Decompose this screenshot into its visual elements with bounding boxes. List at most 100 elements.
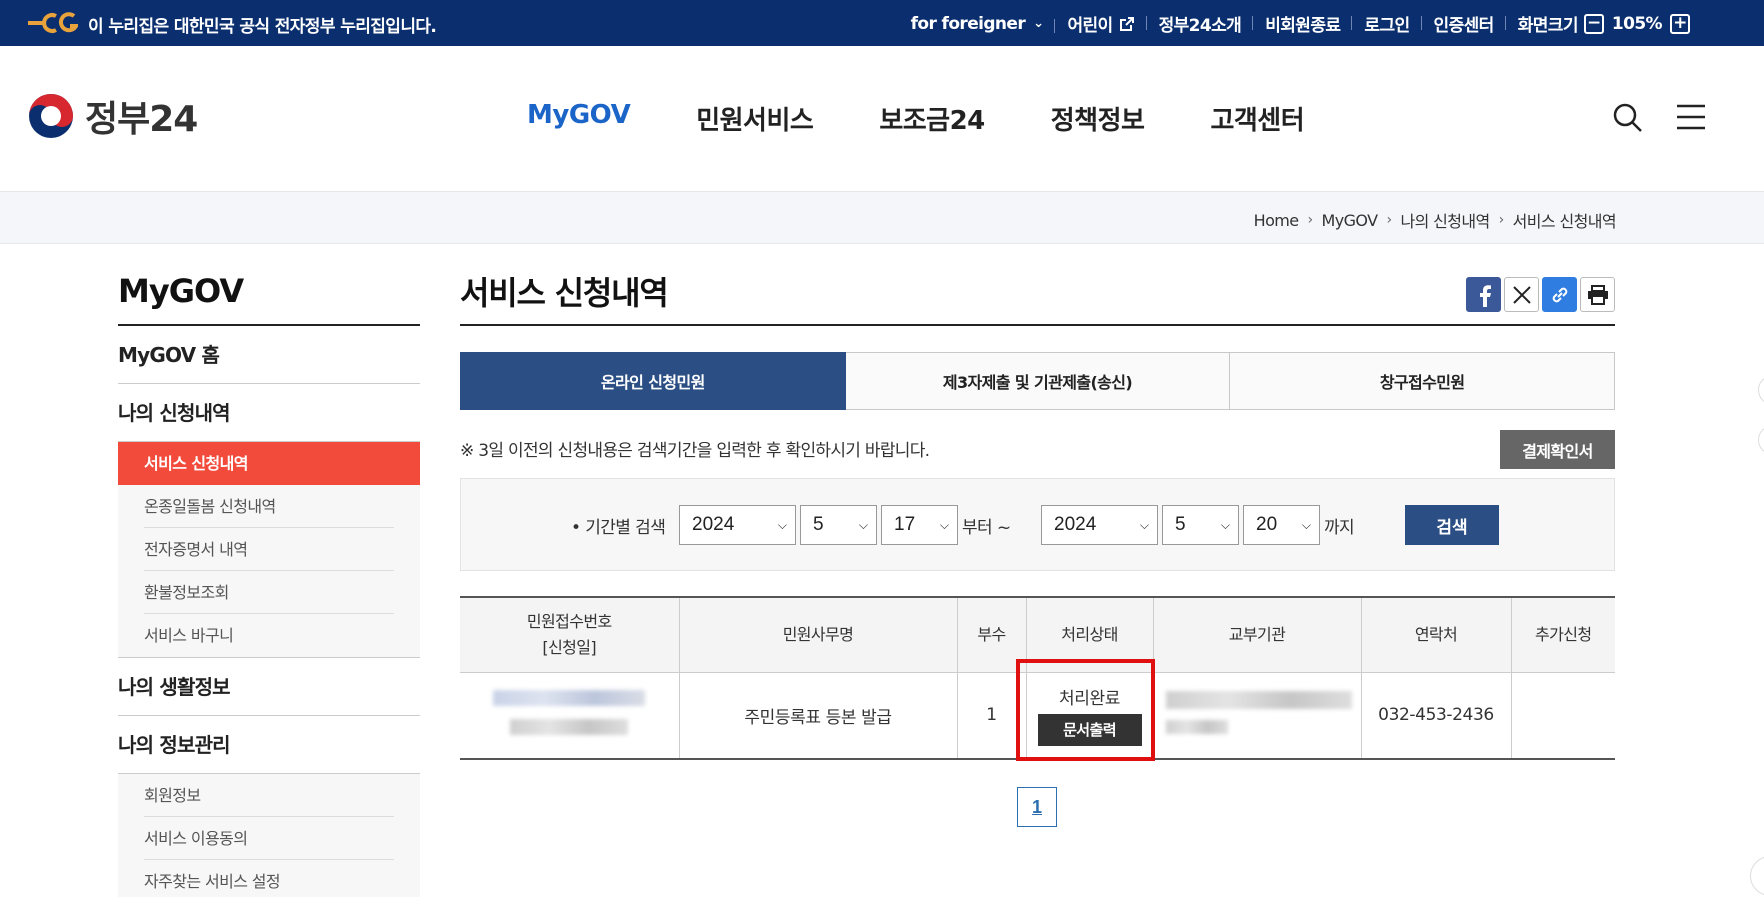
application-tabs: 온라인 신청민원 제3자제출 및 기관제출(송신) 창구접수민원 xyxy=(460,352,1616,410)
tab-third-party-submission[interactable]: 제3자제출 및 기관제출(송신) xyxy=(845,352,1231,410)
redacted-receipt-number xyxy=(493,690,646,707)
chevron-down-icon: ⌵ xyxy=(939,518,949,532)
zoom-value: 105% xyxy=(1611,13,1663,34)
x-icon xyxy=(1512,285,1531,304)
about-link[interactable]: 정부24소개 xyxy=(1147,11,1254,36)
chevron-down-icon: ⌄ xyxy=(1033,16,1044,31)
page-title: 서비스 신청내역 xyxy=(460,268,1615,326)
sidebar-item-service-applications[interactable]: 서비스 신청내역 xyxy=(118,442,420,485)
sidebar-item-member-info[interactable]: 회원정보 xyxy=(144,774,394,817)
breadcrumb-current[interactable]: 서비스 신청내역 xyxy=(1513,208,1617,232)
gov-notice-text: 이 누리집은 대한민국 공식 전자정부 누리집입니다. xyxy=(88,17,437,37)
service-name-cell: 주민등록표 등본 발급 xyxy=(679,672,958,759)
kids-link[interactable]: 어린이 xyxy=(1055,11,1147,36)
from-year-select[interactable]: 2024 ⌵ xyxy=(679,505,796,545)
nav-customer-center[interactable]: 고객센터 xyxy=(1210,100,1304,137)
pagination-page-1[interactable]: 1 xyxy=(1017,787,1057,827)
sidebar-item-care-applications[interactable]: 온종일돌봄 신청내역 xyxy=(144,485,394,528)
chevron-right-icon: › xyxy=(1498,212,1505,228)
chevron-down-icon: ⌵ xyxy=(1220,518,1230,532)
external-link-icon xyxy=(1119,16,1134,31)
zoom-out-button[interactable]: − xyxy=(1583,13,1604,34)
from-day-select[interactable]: 17 ⌵ xyxy=(881,505,958,545)
foreigner-label: for foreigner xyxy=(910,13,1026,34)
col-service-name: 민원사무명 xyxy=(679,597,958,673)
issuing-agency-cell xyxy=(1153,672,1362,759)
table-header-row: 민원접수번호 [신청일] 민원사무명 부수 처리상태 교부기관 연락처 추가신청 xyxy=(460,597,1615,673)
to-month-value: 5 xyxy=(1175,514,1186,535)
period-search-box: • 기간별 검색 2024 ⌵ 5 ⌵ 17 ⌵ 부터 ~ 2024 ⌵ 5 ⌵ 20 ⌵ … xyxy=(460,478,1615,571)
print-button[interactable] xyxy=(1580,277,1615,312)
nav-policy[interactable]: 정책정보 xyxy=(1051,100,1145,137)
to-day-select[interactable]: 20 ⌵ xyxy=(1243,505,1320,545)
table-row: 주민등록표 등본 발급 1 처리완료 문서출력 032-453-2436 xyxy=(460,672,1615,759)
foreigner-link[interactable]: for foreigner ⌄ xyxy=(899,14,1056,34)
receipt-number-cell[interactable] xyxy=(460,672,680,759)
col-extra-request: 추가신청 xyxy=(1511,597,1615,673)
tab-counter-applications[interactable]: 창구접수민원 xyxy=(1230,352,1616,410)
login-link[interactable]: 로그인 xyxy=(1352,11,1422,36)
status-cell: 처리완료 문서출력 xyxy=(1026,672,1154,759)
gov-banner: 이 누리집은 대한민국 공식 전자정부 누리집입니다. for foreigne… xyxy=(0,0,1764,46)
to-year-value: 2024 xyxy=(1054,514,1097,535)
nav-civil-service[interactable]: 민원서비스 xyxy=(696,100,814,137)
chevron-down-icon: ⌵ xyxy=(1301,518,1311,532)
side-floating-button[interactable] xyxy=(1758,425,1764,455)
to-year-select[interactable]: 2024 ⌵ xyxy=(1041,505,1158,545)
sidebar-item-service-consent[interactable]: 서비스 이용동의 xyxy=(144,817,394,860)
period-search-button[interactable]: 검색 xyxy=(1405,505,1499,545)
col-copies: 부수 xyxy=(957,597,1027,673)
from-word: 부터 ~ xyxy=(962,518,1011,538)
facebook-icon xyxy=(1479,284,1491,307)
copy-link-button[interactable] xyxy=(1542,277,1577,312)
zoom-in-button[interactable]: + xyxy=(1670,13,1690,34)
sidebar-item-life-info[interactable]: 나의 생활정보 xyxy=(118,658,420,716)
nav-mygov[interactable]: MyGOV xyxy=(527,100,631,137)
sidebar-submenu-info: 회원정보 서비스 이용동의 자주찾는 서비스 설정 xyxy=(118,774,420,897)
kids-label: 어린이 xyxy=(1067,16,1113,36)
period-search-label: • 기간별 검색 xyxy=(571,518,666,538)
to-word: 까지 xyxy=(1324,518,1355,538)
copies-cell: 1 xyxy=(957,672,1027,759)
sidebar-item-e-certificates[interactable]: 전자증명서 내역 xyxy=(144,528,394,571)
cert-center-link[interactable]: 인증센터 xyxy=(1422,11,1506,36)
search-icon[interactable] xyxy=(1612,102,1644,134)
sidebar-item-service-basket[interactable]: 서비스 바구니 xyxy=(144,614,394,657)
logo-text: 정부24 xyxy=(85,99,198,140)
breadcrumb-my-applications[interactable]: 나의 신청내역 xyxy=(1400,208,1490,232)
facebook-share-button[interactable] xyxy=(1466,277,1501,312)
nav-subsidy[interactable]: 보조금24 xyxy=(879,100,985,137)
side-floating-button[interactable] xyxy=(1758,375,1764,405)
col-apply-date-label: [신청일] xyxy=(542,637,597,657)
col-issuing-agency: 교부기관 xyxy=(1153,597,1362,673)
sidebar-item-mygov-home[interactable]: MyGOV 홈 xyxy=(118,326,420,384)
site-logo[interactable]: 정부24 xyxy=(27,90,198,142)
to-day-value: 20 xyxy=(1256,514,1278,535)
to-month-select[interactable]: 5 ⌵ xyxy=(1162,505,1239,545)
redacted-apply-date xyxy=(510,719,629,736)
hamburger-icon[interactable] xyxy=(1676,104,1706,130)
from-day-value: 17 xyxy=(894,514,916,535)
x-share-button[interactable] xyxy=(1504,277,1539,312)
taegeuk-logo-icon xyxy=(29,94,73,138)
breadcrumb-home[interactable]: Home xyxy=(1254,211,1299,230)
chevron-down-icon: ⌵ xyxy=(858,518,868,532)
tab-online-applications[interactable]: 온라인 신청민원 xyxy=(460,352,846,410)
from-month-select[interactable]: 5 ⌵ xyxy=(800,505,877,545)
sidebar-item-favorite-settings[interactable]: 자주찾는 서비스 설정 xyxy=(144,860,394,897)
status-text: 처리완료 xyxy=(1059,689,1120,710)
print-document-button[interactable]: 문서출력 xyxy=(1037,714,1142,747)
utility-links: for foreigner ⌄ 어린이 정부24소개 비회원종료 로그인 인증센터… xyxy=(899,11,1708,36)
extra-request-cell xyxy=(1511,672,1615,759)
sidebar-title: MyGOV xyxy=(118,268,420,326)
top-floating-button[interactable] xyxy=(1750,856,1764,896)
main-content: 서비스 신청내역 온라인 신청민원 제3자제출 및 기관제출(송신) 창구접수민… xyxy=(460,268,1616,760)
breadcrumb-mygov[interactable]: MyGOV xyxy=(1322,211,1379,230)
applications-table: 민원접수번호 [신청일] 민원사무명 부수 처리상태 교부기관 연락처 추가신청 … xyxy=(460,596,1615,760)
sidebar-item-refund-info[interactable]: 환불정보조회 xyxy=(144,571,394,614)
redacted-agency-detail xyxy=(1165,720,1228,735)
payment-receipt-button[interactable]: 결제확인서 xyxy=(1500,430,1615,469)
guest-exit-link[interactable]: 비회원종료 xyxy=(1253,11,1353,36)
sidebar-item-my-applications[interactable]: 나의 신청내역 xyxy=(118,384,420,442)
sidebar-item-my-info[interactable]: 나의 정보관리 xyxy=(118,716,420,774)
